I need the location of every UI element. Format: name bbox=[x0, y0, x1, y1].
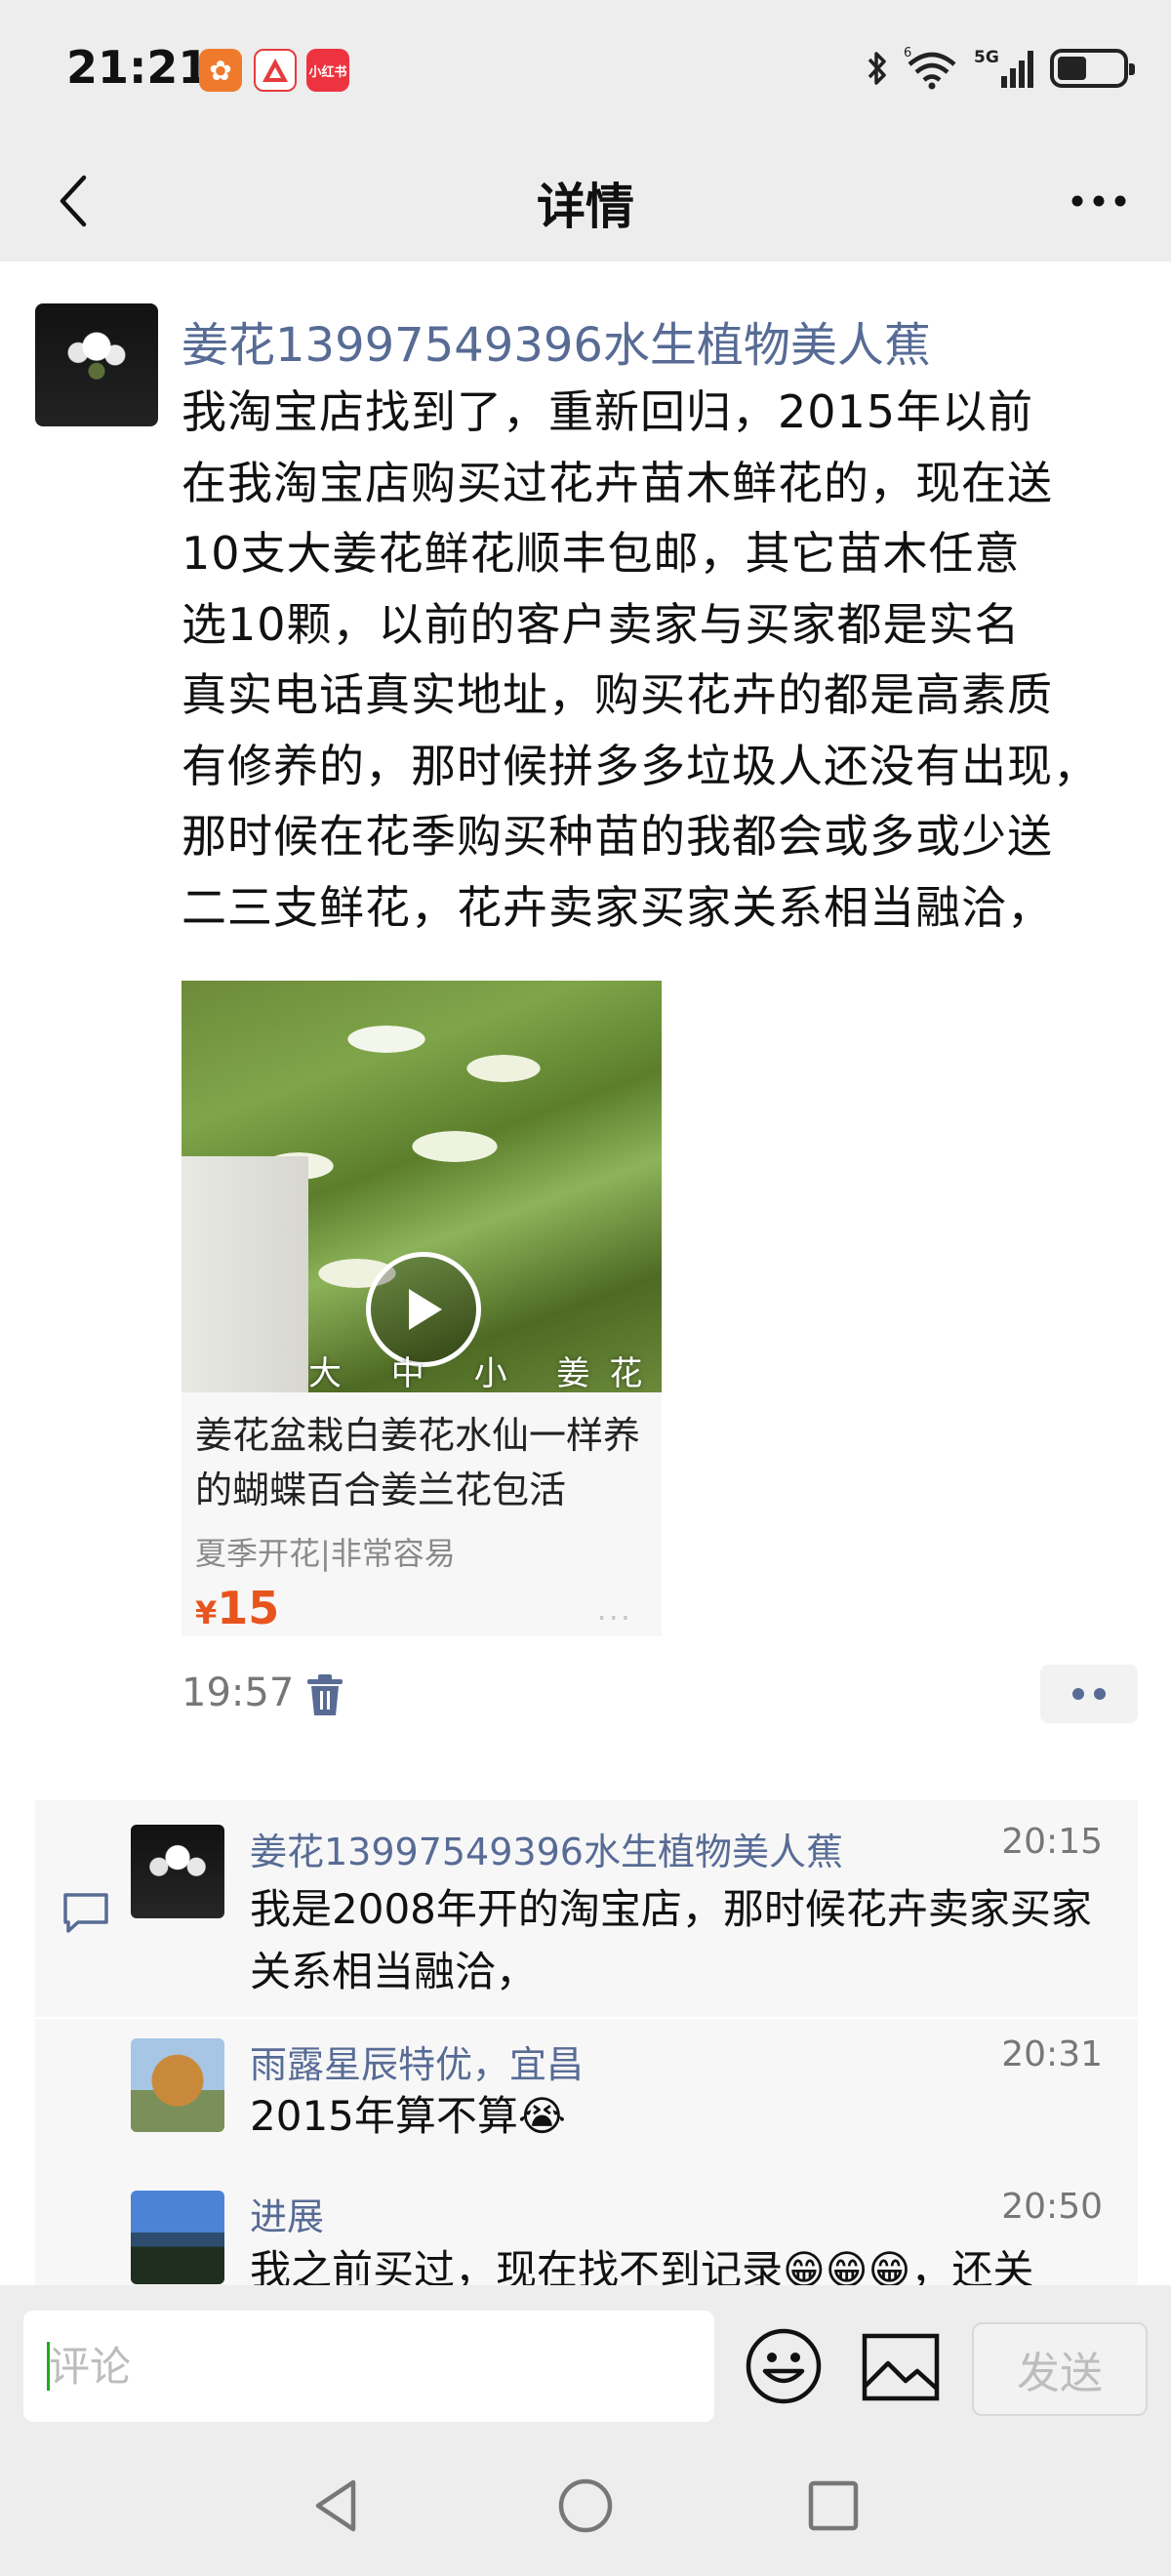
wifi-badge: 6 bbox=[904, 47, 911, 60]
avatar[interactable] bbox=[131, 2191, 224, 2284]
status-bar: 21:21 ✿ 小红书 6 5G bbox=[0, 0, 1171, 137]
battery-level bbox=[1058, 57, 1086, 80]
comment-text: 我之前买过，现在找不到记录😁😁😁，还关 bbox=[250, 2246, 1034, 2288]
triangle-back-icon bbox=[315, 2479, 356, 2532]
comment-text: 2015年算不算😭 bbox=[250, 2092, 566, 2140]
price-value: 15 bbox=[217, 1582, 280, 1634]
comment-item[interactable]: 雨露星辰特优，宜昌 20:31 2015年算不算😭 bbox=[35, 2019, 1138, 2165]
product-title: 姜花盆栽白姜花水仙一样养的蝴蝶百合姜兰花包活 bbox=[195, 1414, 641, 1511]
product-tags: 夏季开花|非常容易 bbox=[195, 1535, 456, 1572]
emoji-button[interactable] bbox=[744, 2326, 824, 2406]
nav-back-button[interactable] bbox=[306, 2475, 369, 2537]
post-line: 真实电话真实地址，购买花卉的都是高素质 bbox=[182, 668, 1053, 721]
comment-time: 20:31 bbox=[1001, 2034, 1103, 2074]
circle-home-icon bbox=[558, 2478, 613, 2533]
comment-text: 我是2008年开的淘宝店，那时候花卉卖家买家关系相当融洽， bbox=[250, 1885, 1092, 1995]
kuaishou-app-icon: ✿ bbox=[199, 49, 242, 92]
nav-recents-button[interactable] bbox=[802, 2475, 865, 2537]
paper-tag bbox=[182, 1156, 308, 1392]
smiley-icon bbox=[746, 2328, 822, 2404]
nav-home-button[interactable] bbox=[554, 2475, 617, 2537]
comment-author[interactable]: 雨露星辰特优，宜昌 bbox=[250, 2034, 584, 2088]
comment-author[interactable]: 进展 bbox=[250, 2187, 324, 2240]
app-notification-icon bbox=[254, 49, 297, 92]
page-title: 详情 bbox=[537, 179, 634, 235]
cellular-signal-icon: 5G bbox=[974, 47, 1036, 90]
comment-input[interactable] bbox=[23, 2311, 714, 2422]
post-time: 19:57 bbox=[182, 1670, 295, 1715]
currency-symbol: ¥ bbox=[195, 1594, 218, 1631]
comment-time: 20:50 bbox=[1001, 2187, 1103, 2227]
image-button[interactable] bbox=[861, 2330, 941, 2404]
product-price: ¥15 bbox=[195, 1582, 279, 1634]
post-line: 我淘宝店找到了，重新回归，2015年以前 bbox=[182, 385, 1034, 438]
post-line: 有修养的，那时候拼多多垃圾人还没有出现， bbox=[182, 739, 1099, 792]
delete-button[interactable] bbox=[304, 1672, 345, 1717]
image-icon bbox=[862, 2333, 940, 2401]
system-navigation-bar bbox=[0, 2432, 1171, 2576]
play-icon bbox=[409, 1289, 442, 1330]
avatar[interactable] bbox=[131, 1825, 224, 1918]
post-line: 在我淘宝店购买过花卉苗木鲜花的，现在送 bbox=[182, 456, 1053, 509]
action-dot-icon bbox=[1094, 1688, 1106, 1700]
status-time: 21:21 bbox=[66, 41, 210, 94]
post-line: 那时候在花季购买种苗的我都会或多或少送 bbox=[182, 810, 1053, 863]
post-author-avatar[interactable] bbox=[35, 303, 158, 426]
trash-icon bbox=[307, 1674, 343, 1715]
bluetooth-icon bbox=[865, 47, 890, 90]
post-author-name[interactable]: 姜花13997549396水生植物美人蕉 bbox=[182, 306, 931, 375]
comment-time: 20:15 bbox=[1001, 1822, 1103, 1862]
post-content: 我淘宝店找到了，重新回归，2015年以前 在我淘宝店购买过花卉苗木鲜花的，现在送… bbox=[182, 377, 1138, 943]
video-caption: 大 中 小 姜花对比 bbox=[308, 1354, 662, 1393]
like-comment-button[interactable] bbox=[1040, 1665, 1138, 1723]
title-bar: 详情 bbox=[0, 137, 1171, 262]
post-line: 10支大姜花鲜花顺丰包邮，其它苗木任意 bbox=[182, 527, 1021, 580]
product-more-icon[interactable]: ··· bbox=[596, 1599, 632, 1636]
status-indicators: 6 5G bbox=[865, 47, 1135, 90]
comments-section: 姜花13997549396水生植物美人蕉 20:15 我是2008年开的淘宝店，… bbox=[35, 1800, 1138, 2288]
xiaohongshu-app-icon: 小红书 bbox=[306, 49, 349, 92]
network-type: 5G bbox=[974, 48, 999, 67]
more-dots-icon bbox=[1071, 195, 1126, 207]
product-video-thumbnail[interactable]: 大 中 小 姜花对比 bbox=[182, 981, 662, 1393]
post-line: 选10颗，以前的客户卖家与买家都是实名 bbox=[182, 597, 1021, 651]
send-button[interactable]: 发送 bbox=[972, 2322, 1148, 2416]
text-caret bbox=[47, 2342, 50, 2391]
avatar[interactable] bbox=[131, 2038, 224, 2132]
action-dot-icon bbox=[1072, 1688, 1084, 1700]
square-recents-icon bbox=[808, 2480, 859, 2531]
battery-icon bbox=[1050, 49, 1135, 88]
comment-author[interactable]: 姜花13997549396水生植物美人蕉 bbox=[250, 1822, 843, 1875]
comment-item[interactable]: 姜花13997549396水生植物美人蕉 20:15 我是2008年开的淘宝店，… bbox=[35, 1800, 1138, 2017]
post-line: 二三支鲜花，花卉卖家买家关系相当融洽， bbox=[182, 880, 1053, 934]
comment-item[interactable]: 进展 20:50 我之前买过，现在找不到记录😁😁😁，还关 bbox=[35, 2171, 1138, 2288]
product-card[interactable]: 大 中 小 姜花对比 姜花盆栽白姜花水仙一样养的蝴蝶百合姜兰花包活 夏季开花|非… bbox=[182, 981, 662, 1636]
comment-input-bar: 发送 bbox=[0, 2285, 1171, 2432]
wifi-icon: 6 bbox=[904, 47, 960, 90]
more-options-button[interactable] bbox=[1060, 162, 1138, 240]
